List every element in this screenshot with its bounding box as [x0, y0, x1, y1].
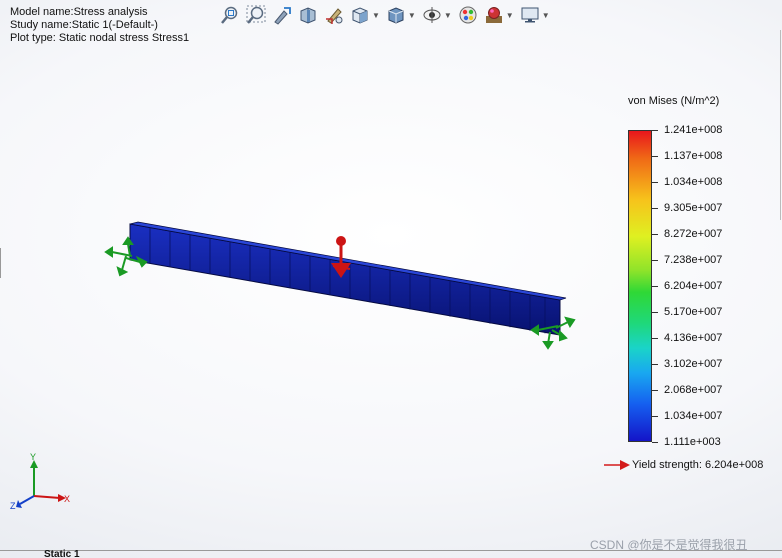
- legend-tick: [652, 364, 658, 365]
- triad-y-label: Y: [30, 452, 36, 462]
- triad-z-axis: [19, 495, 35, 505]
- legend-tick: [652, 130, 658, 131]
- legend-tick-label: 1.111e+003: [664, 436, 721, 448]
- legend-tick-label: 1.034e+007: [664, 410, 723, 422]
- legend-tick: [652, 442, 658, 443]
- legend-tick-label: 2.068e+007: [664, 384, 723, 396]
- color-scale-bar[interactable]: [628, 130, 652, 442]
- legend-tick: [652, 156, 658, 157]
- legend-tick-label: 1.034e+008: [664, 176, 723, 188]
- legend-tick: [652, 416, 658, 417]
- tab-static-1[interactable]: Static 1: [44, 549, 80, 558]
- graphics-viewport[interactable]: [0, 0, 782, 558]
- triad-x-axis: [33, 495, 61, 499]
- legend-tick-label: 9.305e+007: [664, 202, 723, 214]
- legend-tick: [652, 312, 658, 313]
- left-edge-handle[interactable]: [0, 248, 2, 278]
- triad-x-label: X: [64, 494, 70, 504]
- legend-tick: [652, 182, 658, 183]
- bottom-tab-bar: Static 1: [0, 549, 782, 558]
- legend-tick-label: 3.102e+007: [664, 358, 723, 370]
- yield-strength-marker: Yield strength: 6.204e+008: [604, 459, 763, 471]
- legend-title: von Mises (N/m^2): [628, 95, 720, 107]
- legend-tick-label: 8.272e+007: [664, 228, 723, 240]
- triad-z-label: Z: [10, 501, 16, 511]
- view-triad[interactable]: Y X Z: [8, 452, 72, 512]
- legend-tick: [652, 260, 658, 261]
- legend-tick-label: 5.170e+007: [664, 306, 723, 318]
- legend-tick-label: 1.241e+008: [664, 124, 723, 136]
- beam-model[interactable]: [129, 221, 567, 336]
- legend-tick-label: 6.204e+007: [664, 280, 723, 292]
- yield-strength-label: Yield strength: 6.204e+008: [632, 459, 764, 471]
- legend-tick: [652, 286, 658, 287]
- legend-tick-label: 1.137e+008: [664, 150, 723, 162]
- legend-tick-label: 4.136e+007: [664, 332, 723, 344]
- legend-tick: [652, 234, 658, 235]
- legend-tick: [652, 390, 658, 391]
- legend-tick: [652, 208, 658, 209]
- yield-arrow-icon: [604, 460, 630, 470]
- legend-tick: [652, 338, 658, 339]
- legend-tick-label: 7.238e+007: [664, 254, 723, 266]
